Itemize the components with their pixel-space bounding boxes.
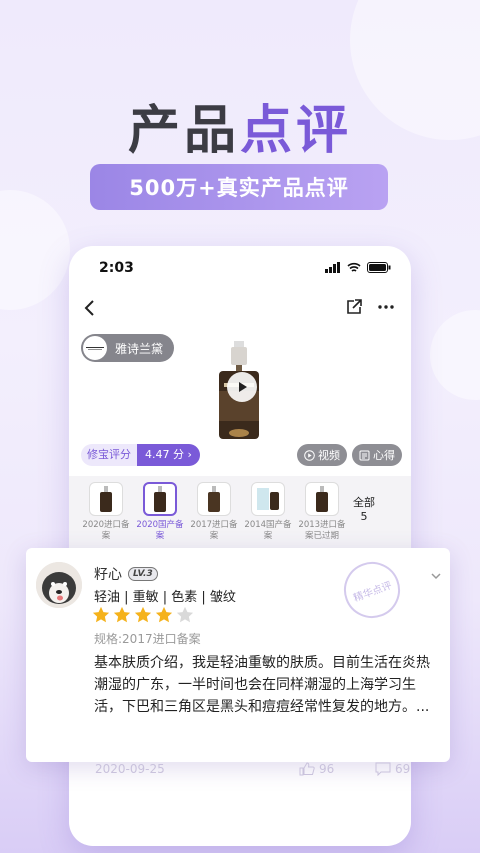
like-count: 96 (319, 762, 335, 776)
variant-item-active[interactable]: 2020国产备案 (133, 482, 187, 554)
star-empty-icon (176, 606, 194, 623)
variant-item[interactable]: 2014国产备案 (241, 482, 295, 554)
decor-circle (0, 190, 70, 310)
review-text: 基本肤质介绍，我是轻油重敏的肤质。目前生活在炎热潮湿的广东，一半时间也会在同样潮… (94, 655, 430, 715)
thumb-up-icon (299, 762, 315, 776)
signal-icon (325, 262, 340, 273)
hero-title-part2: 点评 (240, 101, 353, 161)
review-user: 籽心 LV.3 (94, 564, 158, 584)
variants-all-button[interactable]: 全部 5 (349, 482, 379, 554)
score-label: 修宝评分 (81, 444, 137, 466)
notes-label: 心得 (373, 449, 395, 462)
variant-thumb (251, 482, 285, 516)
like-button[interactable]: 96 (299, 762, 334, 776)
status-icons (325, 262, 391, 273)
username[interactable]: 籽心 (94, 564, 122, 584)
variant-item[interactable]: 2017进口备案 (187, 482, 241, 554)
wifi-icon (347, 262, 361, 272)
variant-label: 2020国产备案 (136, 520, 184, 541)
variants-all-count: 5 (360, 510, 368, 523)
video-label: 视频 (318, 449, 340, 462)
variant-item[interactable]: 2020进口备案 (79, 482, 133, 554)
back-icon[interactable] (81, 298, 101, 318)
logo-mark: m (170, 786, 200, 819)
variant-selector: 2020进口备案 2020国产备案 2017进口备案 2014国产备案 2013… (69, 476, 411, 554)
rating-stars (92, 606, 194, 624)
decor-circle (430, 310, 480, 400)
variant-thumb (143, 482, 177, 516)
app-logo: m 美丽修行 (170, 786, 283, 819)
logo-text: 美丽修行 (203, 792, 284, 816)
variant-label: 2020进口备案 (82, 520, 130, 541)
battery-icon (367, 262, 391, 273)
variant-item[interactable]: 2013进口备案已过期 (295, 482, 349, 554)
variant-label: 2017进口备案 (190, 520, 238, 541)
skin-tags: 轻油 | 重敏 | 色素 | 皱纹 (94, 590, 236, 605)
video-button[interactable]: 视频 (297, 444, 347, 466)
variant-thumb (197, 482, 231, 516)
variant-thumb (305, 482, 339, 516)
status-bar: 2:03 (99, 260, 391, 278)
variant-label: 2014国产备案 (244, 520, 292, 541)
review-date: 2020-09-25 (95, 762, 165, 776)
share-icon[interactable] (345, 298, 363, 316)
hero-title-part1: 产品 (127, 101, 240, 161)
avatar[interactable] (36, 562, 82, 608)
featured-stamp: 精华点评 (336, 554, 408, 626)
star-filled-icon (113, 606, 131, 623)
variant-thumb (89, 482, 123, 516)
note-icon (359, 450, 370, 460)
brand-chip[interactable]: 雅诗兰黛 (81, 334, 174, 362)
play-circle-icon (304, 449, 315, 461)
status-time: 2:03 (99, 260, 134, 276)
comment-button[interactable]: 69 (375, 762, 410, 776)
play-button[interactable] (227, 372, 257, 402)
comment-icon (375, 762, 391, 776)
more-icon[interactable] (377, 298, 395, 316)
variants-all-label: 全部 (353, 496, 375, 509)
chevron-down-icon[interactable] (430, 570, 442, 582)
screen: 产品点评 500万+真实产品点评 2:03 雅诗兰黛 修宝评分 4.47 分 ›… (0, 0, 480, 853)
variant-label: 2013进口备案已过期 (298, 520, 346, 541)
level-badge: LV.3 (128, 567, 158, 581)
comment-count: 69 (395, 762, 411, 776)
review-card[interactable]: 籽心 LV.3 轻油 | 重敏 | 色素 | 皱纹 规格:2017进口备案 精华… (26, 548, 450, 762)
hero-title: 产品点评 (0, 88, 480, 163)
nav-bar (79, 296, 399, 320)
score-badge[interactable]: 修宝评分 4.47 分 › (81, 444, 200, 466)
brand-logo (83, 336, 107, 360)
hero-subtitle: 500万+真实产品点评 (90, 164, 388, 210)
star-filled-icon (155, 606, 173, 623)
notes-button[interactable]: 心得 (352, 444, 402, 466)
play-icon (239, 382, 247, 392)
dog-avatar-icon (36, 562, 82, 608)
star-filled-icon (134, 606, 152, 623)
score-value: 4.47 分 › (137, 444, 200, 466)
star-filled-icon (92, 606, 110, 623)
brand-name: 雅诗兰黛 (115, 341, 164, 356)
review-spec: 规格:2017进口备案 (94, 632, 201, 646)
